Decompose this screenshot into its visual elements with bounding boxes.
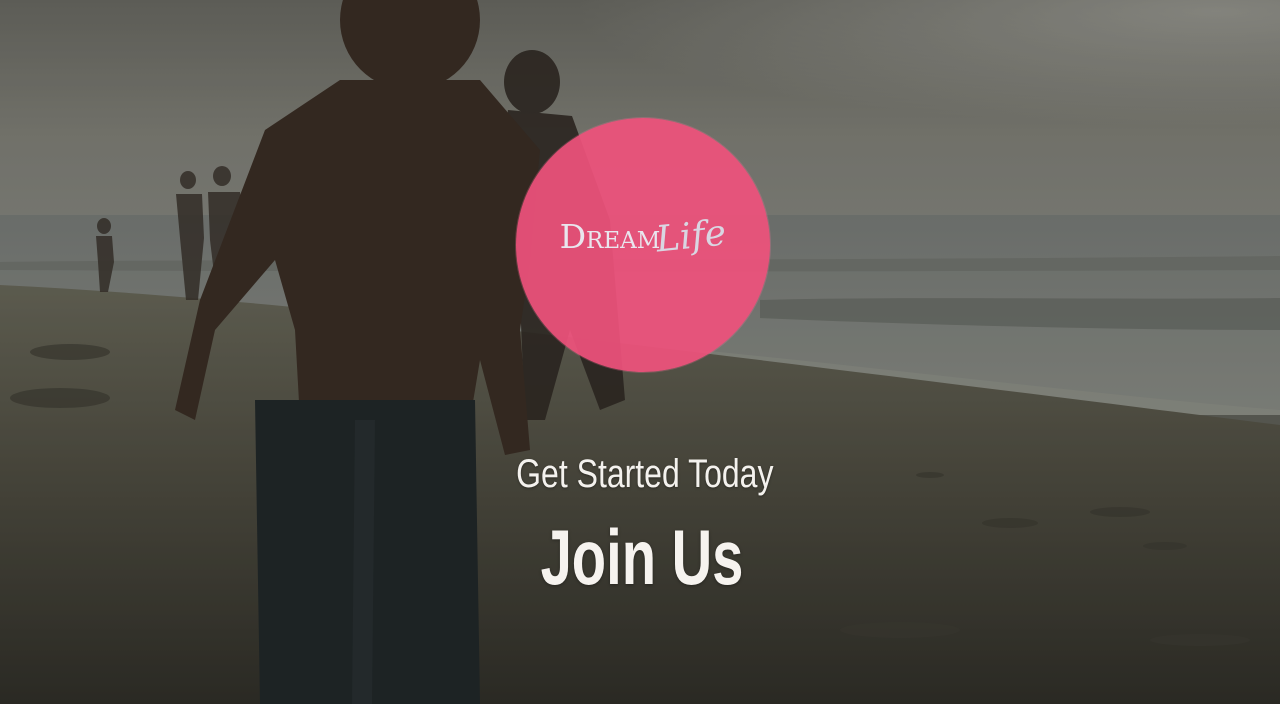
brand-logo-badge[interactable]: DreamLife	[516, 118, 770, 372]
logo-word-dream: Dream	[559, 217, 661, 256]
logo-word-life: Life	[654, 212, 729, 261]
join-us-cta[interactable]: Join Us	[180, 512, 1104, 603]
brand-logo-wordmark: DreamLife	[516, 212, 770, 260]
hero-section: DreamLife Get Started Today Join Us	[0, 0, 1280, 704]
cta-subtitle: Get Started Today	[516, 452, 774, 496]
